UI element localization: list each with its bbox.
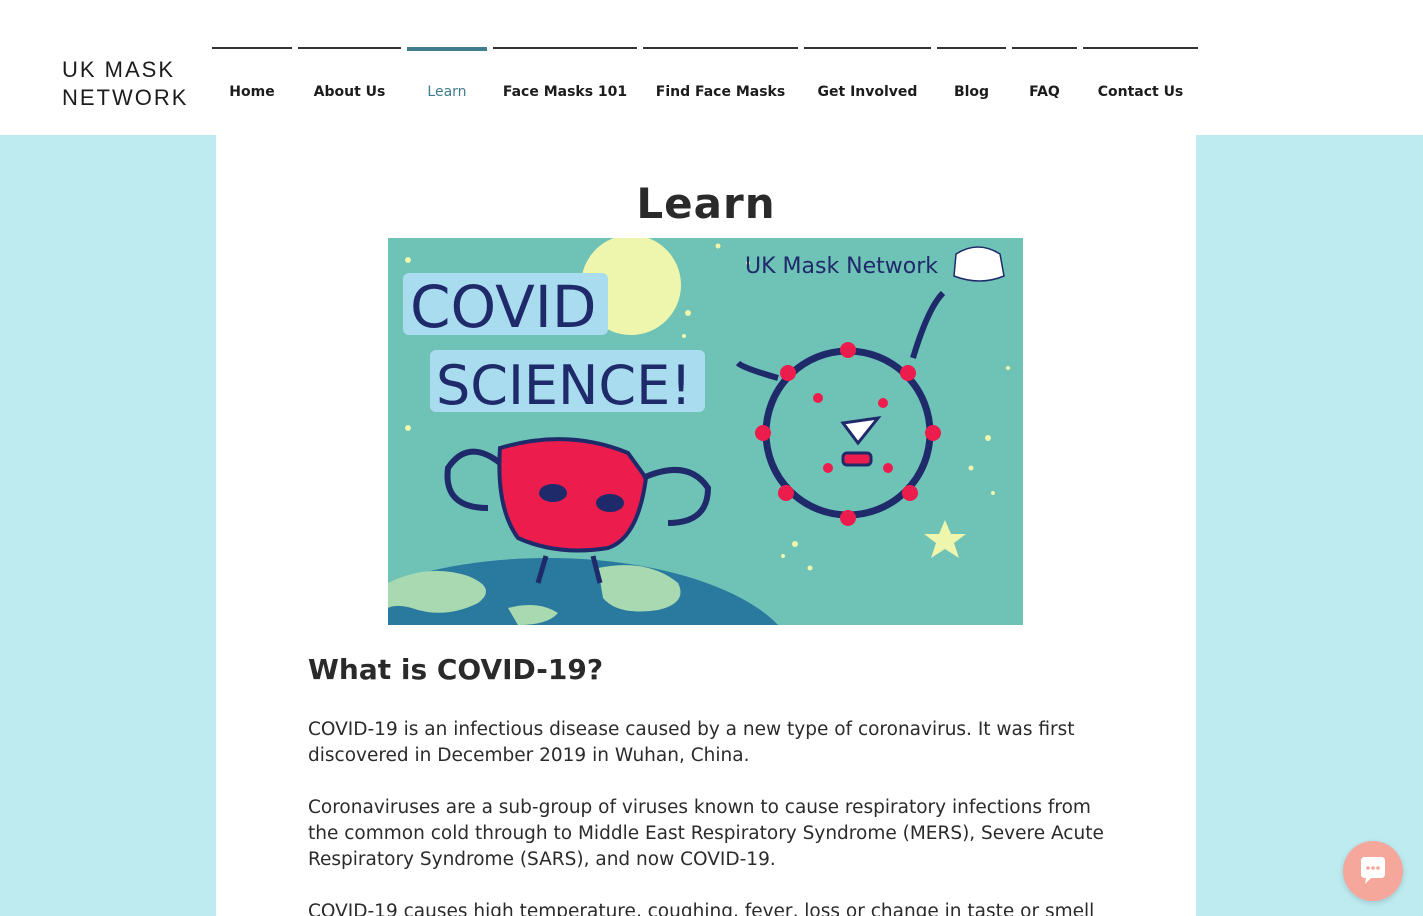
logo-line-1: UK MASK [62,57,176,82]
paragraph-2: Coronaviruses are a sub-group of viruses… [308,797,1104,870]
nav-item-home[interactable]: Home [212,47,292,107]
nav-item-learn[interactable]: Learn [407,47,487,107]
logo-line-2: NETWORK [62,85,189,110]
nav-label: Face Masks 101 [502,84,628,100]
nav-label: Home [229,84,275,100]
nav-item-about-us[interactable]: About Us [298,47,401,107]
nav-item-face-masks-101[interactable]: Face Masks 101 [493,47,637,107]
nav-item-get-involved[interactable]: Get Involved [804,47,931,107]
main-content: Learn COVID SCIENCE! UK Mask Network Wha… [216,135,1196,916]
nav-item-find-face-masks[interactable]: Find Face Masks [643,47,798,107]
paragraph-3: COVID-19 causes high temperature, coughi… [308,901,1095,916]
nav-label: Find Face Masks [655,84,786,100]
nav-item-faq[interactable]: FAQ [1012,47,1077,107]
nav-label: Contact Us [1097,84,1184,100]
chat-button[interactable] [1343,841,1403,901]
hero-brand: UK Mask Network [745,254,938,279]
nav-label: About Us [313,84,386,100]
mask-logo-icon [953,246,1005,282]
chat-bubble-icon [1361,857,1385,884]
covid-science-illustration: COVID SCIENCE! UK Mask Network [388,238,1023,625]
mask-character-shape [497,437,649,553]
nav-label: Blog [953,84,990,100]
nav-label: Learn [427,84,467,100]
hero-line-1: COVID [410,273,597,341]
page-title: Learn [636,179,776,228]
nav-label: Get Involved [817,84,918,100]
hero-image: COVID SCIENCE! UK Mask Network [388,238,1023,625]
hero-line-2: SCIENCE! [436,354,692,417]
site-header: UK MASK NETWORK Home About Us Learn Face… [0,0,1423,135]
paragraph-1: COVID-19 is an infectious disease caused… [308,719,1075,766]
nav-item-blog[interactable]: Blog [937,47,1006,107]
nav-item-contact-us[interactable]: Contact Us [1083,47,1198,107]
site-logo[interactable]: UK MASK NETWORK [62,56,188,112]
section-heading: What is COVID-19? [308,653,604,686]
nav-label: FAQ [1029,84,1060,100]
